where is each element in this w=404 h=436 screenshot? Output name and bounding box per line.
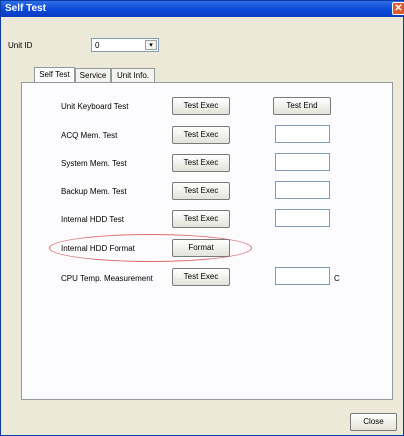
unit-id-label: Unit ID	[8, 41, 33, 50]
internal-hdd-test-label: Internal HDD Test	[61, 215, 124, 224]
cpu-temp-unit-label: C	[334, 274, 340, 283]
self-test-window: Self Test ✕ Unit ID 0 ▾ Self Test Servic…	[0, 0, 404, 436]
tab-self-test[interactable]: Self Test	[34, 67, 75, 83]
backup-mem-test-label: Backup Mem. Test	[61, 187, 127, 196]
backup-mem-test-result-field	[275, 181, 330, 199]
backup-mem-test-exec-button[interactable]: Test Exec	[172, 182, 230, 200]
close-button[interactable]: Close	[350, 413, 397, 431]
system-mem-test-label: System Mem. Test	[61, 159, 127, 168]
acq-mem-test-result-field	[275, 125, 330, 143]
internal-hdd-format-button[interactable]: Format	[172, 239, 230, 257]
acq-mem-test-exec-button[interactable]: Test Exec	[172, 126, 230, 144]
system-mem-test-exec-button[interactable]: Test Exec	[172, 154, 230, 172]
unit-keyboard-test-end-button[interactable]: Test End	[273, 97, 331, 115]
tab-unit-info[interactable]: Unit Info.	[111, 68, 155, 82]
tab-service[interactable]: Service	[75, 68, 111, 82]
chevron-down-icon[interactable]: ▾	[145, 40, 157, 50]
system-mem-test-result-field	[275, 153, 330, 171]
close-icon[interactable]: ✕	[392, 2, 404, 15]
title-bar[interactable]: Self Test ✕	[1, 1, 404, 17]
unit-id-value: 0	[95, 41, 100, 50]
internal-hdd-test-exec-button[interactable]: Test Exec	[172, 210, 230, 228]
internal-hdd-test-result-field	[275, 209, 330, 227]
cpu-temp-measurement-label: CPU Temp. Measurement	[61, 274, 153, 283]
internal-hdd-format-label: Internal HDD Format	[61, 244, 135, 253]
cpu-temp-result-field	[275, 267, 330, 285]
cpu-temp-measurement-exec-button[interactable]: Test Exec	[172, 268, 230, 286]
window-title: Self Test	[5, 3, 46, 14]
acq-mem-test-label: ACQ Mem. Test	[61, 131, 118, 140]
unit-keyboard-test-exec-button[interactable]: Test Exec	[172, 97, 230, 115]
unit-id-select[interactable]: 0 ▾	[91, 38, 159, 52]
unit-keyboard-test-label: Unit Keyboard Test	[61, 102, 129, 111]
